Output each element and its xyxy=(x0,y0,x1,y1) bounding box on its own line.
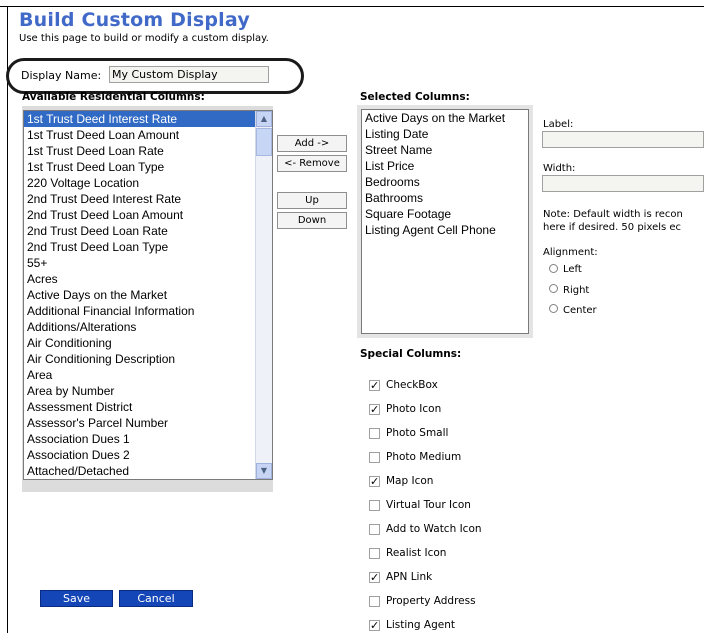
selected-columns-list[interactable]: Active Days on the Market Listing Date S… xyxy=(357,105,533,338)
align-left-label: Left xyxy=(563,264,582,275)
list-item[interactable]: 1st Trust Deed Loan Amount xyxy=(24,127,256,143)
list-item[interactable]: Active Days on the Market xyxy=(362,110,528,126)
special-column-checkbox[interactable]: ✓ xyxy=(369,572,380,583)
width-field-label: Width: xyxy=(543,163,576,174)
list-item[interactable]: Association Dues 2 xyxy=(24,447,256,463)
width-note-line1: Note: Default width is recon xyxy=(543,209,683,220)
alignment-label: Alignment: xyxy=(543,247,598,258)
save-button[interactable]: Save xyxy=(40,590,113,607)
special-column-label: Photo Medium xyxy=(386,451,462,463)
special-column-label: Map Icon xyxy=(386,475,434,487)
page-title: Build Custom Display xyxy=(19,9,250,31)
scroll-down-icon[interactable]: ▼ xyxy=(256,463,272,479)
align-left-radio[interactable] xyxy=(549,264,558,273)
list-item[interactable]: Attached/Detached xyxy=(24,463,256,479)
label-field-label: Label: xyxy=(543,119,574,130)
special-column-label: Photo Small xyxy=(386,427,449,439)
special-column-checkbox[interactable] xyxy=(369,596,380,607)
list-item[interactable]: Air Conditioning xyxy=(24,335,256,351)
list-item[interactable]: Area by Number xyxy=(24,383,256,399)
add-button[interactable]: Add -> xyxy=(277,135,347,152)
list-item[interactable]: Association Dues 1 xyxy=(24,431,256,447)
width-note-line2: here if desired. 50 pixels ec xyxy=(543,222,682,233)
special-column-checkbox[interactable] xyxy=(369,524,380,535)
list-item[interactable]: Assessment District xyxy=(24,399,256,415)
list-item[interactable]: 2nd Trust Deed Loan Type xyxy=(24,239,256,255)
special-column-checkbox[interactable]: ✓ xyxy=(369,404,380,415)
special-column-checkbox[interactable]: ✓ xyxy=(369,380,380,391)
list-item[interactable]: List Price xyxy=(362,158,528,174)
scroll-up-icon[interactable]: ▲ xyxy=(256,111,272,127)
list-item[interactable]: 220 Voltage Location xyxy=(24,175,256,191)
cancel-button[interactable]: Cancel xyxy=(119,590,193,607)
scroll-thumb[interactable] xyxy=(256,128,272,156)
special-column-checkbox[interactable] xyxy=(369,500,380,511)
label-input[interactable] xyxy=(542,131,704,148)
special-column-label: Listing Agent xyxy=(386,619,456,631)
special-column-checkbox[interactable]: ✓ xyxy=(369,476,380,487)
list-scrollbar[interactable]: ▲ ▼ xyxy=(255,111,272,479)
list-item[interactable]: Square Footage xyxy=(362,206,528,222)
list-item[interactable]: Air Conditioning Description xyxy=(24,351,256,367)
list-item[interactable]: Listing Agent Cell Phone xyxy=(362,222,528,238)
special-column-label: Virtual Tour Icon xyxy=(386,499,471,511)
list-item[interactable]: Acres xyxy=(24,271,256,287)
special-columns-label: Special Columns: xyxy=(360,348,462,360)
list-item[interactable]: 1st Trust Deed Interest Rate xyxy=(24,111,256,127)
down-button[interactable]: Down xyxy=(277,212,347,229)
align-center-radio[interactable] xyxy=(549,304,558,313)
special-column-label: CheckBox xyxy=(386,379,438,391)
list-item[interactable]: 1st Trust Deed Loan Type xyxy=(24,159,256,175)
align-center-label: Center xyxy=(563,305,597,316)
special-column-label: Add to Watch Icon xyxy=(386,523,482,535)
special-column-label: Realist Icon xyxy=(386,547,447,559)
list-item[interactable]: 1st Trust Deed Loan Rate xyxy=(24,143,256,159)
list-item[interactable]: Bathrooms xyxy=(362,190,528,206)
available-columns-list[interactable]: 1st Trust Deed Interest Rate 1st Trust D… xyxy=(23,110,273,480)
available-columns-label: Available Residential Columns: xyxy=(22,91,205,103)
list-item[interactable]: Additional Financial Information xyxy=(24,303,256,319)
width-input[interactable] xyxy=(542,175,704,192)
list-item[interactable]: Additions/Alterations xyxy=(24,319,256,335)
list-item[interactable]: 55+ xyxy=(24,255,256,271)
special-column-checkbox[interactable]: ✓ xyxy=(369,620,380,631)
list-item[interactable]: Listing Date xyxy=(362,126,528,142)
special-column-label: Photo Icon xyxy=(386,403,442,415)
list-item[interactable]: Area xyxy=(24,367,256,383)
special-column-label: Property Address xyxy=(386,595,476,607)
frame-top-border xyxy=(0,6,704,7)
list-item[interactable]: Street Name xyxy=(362,142,528,158)
special-column-label: APN Link xyxy=(386,571,433,583)
selected-columns-label: Selected Columns: xyxy=(360,91,470,103)
display-name-label: Display Name: xyxy=(21,69,102,82)
list-item[interactable]: Assessor's Parcel Number xyxy=(24,415,256,431)
list-item[interactable]: Bedrooms xyxy=(362,174,528,190)
display-name-input[interactable]: My Custom Display xyxy=(109,66,269,83)
special-column-checkbox[interactable] xyxy=(369,452,380,463)
frame-left-border xyxy=(7,6,8,633)
align-right-radio[interactable] xyxy=(549,284,558,293)
special-column-checkbox[interactable] xyxy=(369,428,380,439)
list-item[interactable]: 2nd Trust Deed Loan Rate xyxy=(24,223,256,239)
page-subtitle: Use this page to build or modify a custo… xyxy=(19,33,269,44)
align-right-label: Right xyxy=(563,285,590,296)
list-item[interactable]: 2nd Trust Deed Interest Rate xyxy=(24,191,256,207)
list-item[interactable]: Active Days on the Market xyxy=(24,287,256,303)
up-button[interactable]: Up xyxy=(277,192,347,209)
special-column-checkbox[interactable] xyxy=(369,548,380,559)
remove-button[interactable]: <- Remove xyxy=(277,155,347,172)
list-item[interactable]: 2nd Trust Deed Loan Amount xyxy=(24,207,256,223)
